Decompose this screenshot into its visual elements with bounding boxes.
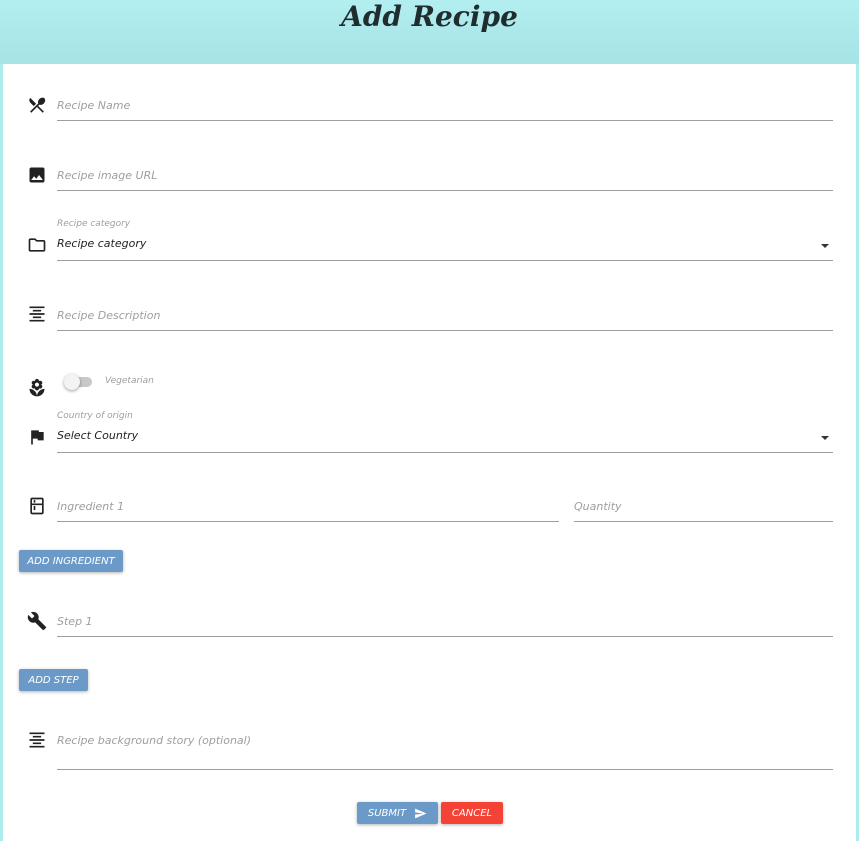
page-title: Add Recipe — [341, 0, 518, 33]
utensils-icon — [27, 95, 47, 115]
align-center-icon — [27, 304, 47, 324]
image-icon — [27, 165, 47, 185]
quantity-input[interactable] — [574, 494, 833, 518]
cancel-button[interactable]: CANCEL — [441, 802, 503, 824]
image-url-field[interactable] — [57, 163, 833, 191]
kitchen-icon — [27, 496, 47, 516]
ingredient-input[interactable] — [57, 494, 559, 518]
category-select[interactable]: Recipe category — [57, 233, 833, 261]
add-ingredient-button[interactable]: ADD INGREDIENT — [19, 550, 123, 572]
chevron-down-icon — [821, 244, 829, 248]
flower-icon — [27, 378, 47, 398]
category-selected-value: Recipe category — [57, 237, 147, 250]
add-step-label: ADD STEP — [28, 674, 79, 686]
flag-icon — [27, 427, 47, 447]
vegetarian-label: Vegetarian — [105, 376, 154, 386]
quantity-field[interactable] — [574, 494, 833, 522]
toggle-knob — [64, 374, 80, 390]
country-select[interactable]: Select Country — [57, 425, 833, 453]
category-label: Recipe category — [57, 219, 131, 229]
background-story-input[interactable] — [57, 728, 833, 752]
description-input[interactable] — [57, 303, 833, 327]
step-input[interactable] — [57, 609, 833, 633]
recipe-name-input[interactable] — [57, 93, 833, 117]
vegetarian-toggle[interactable] — [64, 374, 92, 390]
country-selected-value: Select Country — [57, 429, 139, 442]
cancel-label: CANCEL — [451, 807, 493, 819]
wrench-icon — [27, 611, 47, 631]
submit-label: SUBMIT — [367, 807, 407, 819]
recipe-name-field[interactable] — [57, 93, 833, 121]
background-story-field[interactable] — [57, 728, 833, 770]
country-label: Country of origin — [57, 411, 133, 421]
folder-icon — [27, 235, 47, 255]
add-step-button[interactable]: ADD STEP — [19, 669, 88, 691]
description-field[interactable] — [57, 303, 833, 331]
submit-button[interactable]: SUBMIT — [357, 802, 438, 824]
ingredient-field[interactable] — [57, 494, 559, 522]
step-field[interactable] — [57, 609, 833, 637]
chevron-down-icon — [821, 436, 829, 440]
align-center-icon — [27, 730, 47, 750]
send-icon — [414, 807, 427, 820]
header-bar: Add Recipe — [0, 0, 859, 64]
add-ingredient-label: ADD INGREDIENT — [27, 555, 115, 567]
image-url-input[interactable] — [57, 163, 833, 187]
